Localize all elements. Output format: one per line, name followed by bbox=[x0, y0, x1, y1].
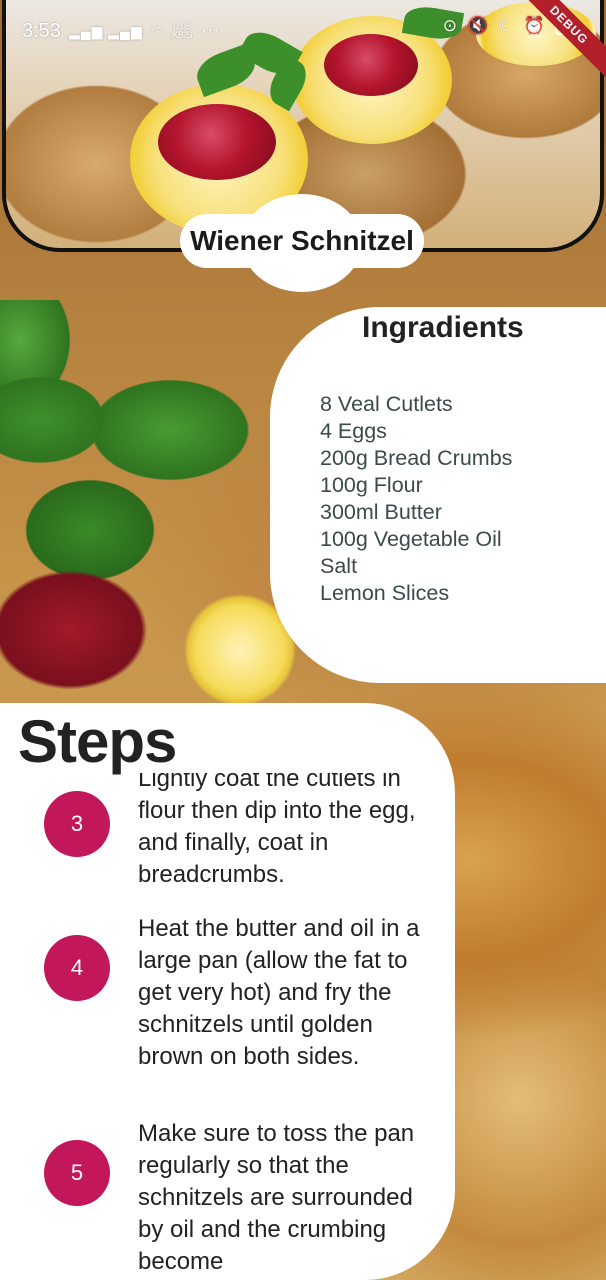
recipe-title: Wiener Schnitzel bbox=[190, 225, 414, 256]
ingredient-item: 100g Vegetable Oil bbox=[320, 527, 502, 551]
mute-icon: 🔇 bbox=[467, 16, 489, 35]
signal-icon: ▂▄▆ ▂▄▆ bbox=[68, 22, 143, 39]
step-number-badge: 5 bbox=[44, 1140, 110, 1206]
steps-scroll-list[interactable]: 3 Lightly coat the cutlets in flour then… bbox=[0, 773, 455, 1280]
ingredients-heading: Ingradients bbox=[362, 311, 524, 344]
wifi-icon: ◠ bbox=[150, 22, 164, 39]
network-speed: 0.05 KB/S bbox=[172, 22, 193, 40]
step-text: Lightly coat the cutlets in flour then d… bbox=[138, 773, 416, 888]
status-time: 3:53 bbox=[22, 19, 61, 42]
recipe-title-pill: Wiener Schnitzel bbox=[180, 194, 424, 292]
ingredient-item: Lemon Slices bbox=[320, 581, 450, 605]
ingredient-item: 8 Veal Cutlets bbox=[320, 392, 453, 416]
ingredient-item: 100g Flour bbox=[320, 473, 423, 497]
status-bar: 3:53 ▂▄▆ ▂▄▆ ◠ 0.05 KB/S ··· ⊙ 🔇 ☾ ⏰ 51 bbox=[0, 0, 606, 62]
cranberry-sauce bbox=[158, 104, 276, 180]
steps-panel[interactable]: Steps 3 Lightly coat the cutlets in flou… bbox=[0, 703, 455, 1280]
ingredient-item: Salt bbox=[320, 554, 358, 578]
ingredient-item: 4 Eggs bbox=[320, 419, 387, 443]
ingredients-panel: Ingradients 8 Veal Cutlets 4 Eggs 200g B… bbox=[270, 307, 606, 683]
ingredient-item: 300ml Butter bbox=[320, 500, 442, 524]
step-number-badge: 3 bbox=[44, 791, 110, 857]
sync-icon: ⊙ bbox=[442, 16, 458, 35]
ingredients-list: 8 Veal Cutlets 4 Eggs 200g Bread Crumbs … bbox=[320, 391, 512, 607]
more-notifications-icon: ··· bbox=[200, 20, 220, 41]
steps-heading: Steps bbox=[18, 708, 177, 775]
cranberry-sauce bbox=[0, 540, 200, 710]
step-text: Make sure to toss the pan regularly so t… bbox=[138, 1120, 415, 1275]
step-number-badge: 4 bbox=[44, 935, 110, 1001]
ingredient-item: 200g Bread Crumbs bbox=[320, 446, 513, 470]
network-speed-unit: KB/S bbox=[171, 30, 193, 40]
alarm-icon: ⏰ bbox=[523, 16, 545, 35]
step-text: Heat the butter and oil in a large pan (… bbox=[138, 915, 420, 1070]
moon-icon: ☾ bbox=[498, 16, 514, 35]
